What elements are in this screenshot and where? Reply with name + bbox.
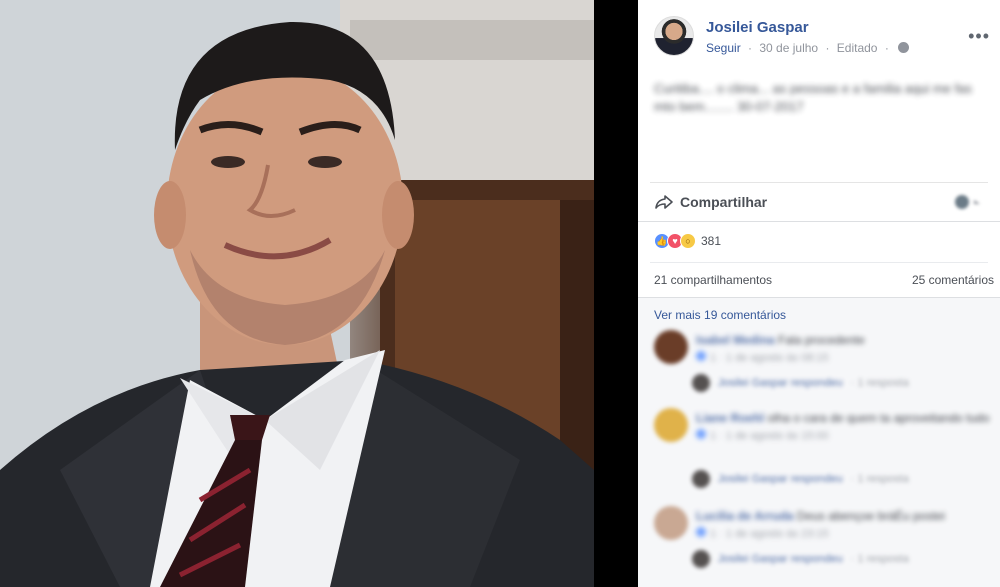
- reply-text: Josilei Gaspar respondeu: [718, 376, 843, 389]
- globe-icon: [898, 42, 910, 53]
- share-button[interactable]: Compartilhar: [680, 194, 767, 210]
- comment-text: Fala procedente: [778, 333, 865, 347]
- post-header: Josilei Gaspar Seguir · 30 de julho · Ed…: [638, 0, 1000, 70]
- comment-meta: 1 · 1 de agosto às 23:15: [710, 528, 829, 540]
- comment-body: Lucilia de Arruda Deus abençoe bráÉu pos…: [696, 508, 996, 540]
- comments-count[interactable]: 25 comentários: [912, 273, 994, 287]
- photo-gutter: [594, 0, 638, 587]
- comment-body: Liane Roehl olha o cara de quem ta aprov…: [696, 410, 996, 442]
- shares-count[interactable]: 21 compartilhamentos: [654, 273, 772, 287]
- comment-reply-link[interactable]: Josilei Gaspar respondeu · 1 resposta: [692, 470, 962, 492]
- comment-body: Isabel Medina Fala procedente 1 · 1 de a…: [696, 332, 996, 364]
- commenter-name[interactable]: Isabel Medina: [696, 333, 775, 347]
- follow-link[interactable]: Seguir: [706, 41, 741, 55]
- separator-dot: ·: [825, 41, 830, 55]
- comment-meta: 1 · 1 de agosto às 08:15: [710, 352, 829, 364]
- reply-avatar: [692, 470, 710, 488]
- post-date[interactable]: 30 de julho: [759, 41, 818, 55]
- divider: [650, 262, 988, 263]
- share-icon[interactable]: [654, 194, 674, 210]
- edited-label[interactable]: Editado: [837, 41, 878, 55]
- like-icon: [696, 527, 706, 537]
- reply-text: Josilei Gaspar respondeu: [718, 552, 843, 565]
- photo-illustration: [0, 0, 594, 587]
- commenter-avatar[interactable]: [654, 408, 688, 442]
- wow-icon: ○: [680, 233, 696, 249]
- reply-text: Josilei Gaspar respondeu: [718, 472, 843, 485]
- comment-text: olha o cara de quem ta aproveitando tudo: [767, 411, 990, 425]
- comments-section: Ver mais 19 comentários Isabel Medina Fa…: [638, 297, 1000, 587]
- reaction-count[interactable]: 381: [701, 234, 721, 248]
- separator-dot: ·: [884, 41, 889, 55]
- comment-reply-link[interactable]: Josilei Gaspar respondeu · 1 resposta: [692, 550, 962, 572]
- reply-avatar: [692, 550, 710, 568]
- comment-reply-link[interactable]: Josilei Gaspar respondeu · 1 resposta: [692, 374, 962, 396]
- author-avatar[interactable]: [654, 16, 694, 56]
- commenter-avatar[interactable]: [654, 506, 688, 540]
- post-meta: Seguir · 30 de julho · Editado ·: [706, 41, 910, 55]
- separator-dot: ·: [748, 41, 753, 55]
- viewer-avatar-icon[interactable]: [952, 194, 986, 210]
- view-more-comments[interactable]: Ver mais 19 comentários: [654, 308, 786, 322]
- author-name[interactable]: Josilei Gaspar: [706, 19, 809, 36]
- reply-meta: · 1 resposta: [850, 376, 909, 389]
- post-panel: Josilei Gaspar Seguir · 30 de julho · Ed…: [638, 0, 1000, 587]
- reply-meta: · 1 resposta: [850, 552, 909, 565]
- comment-meta: 1 · 1 de agosto às 15:00: [710, 430, 829, 442]
- commenter-name[interactable]: Liane Roehl: [696, 411, 764, 425]
- commenter-name[interactable]: Lucilia de Arruda: [696, 509, 794, 523]
- reply-avatar: [692, 374, 710, 392]
- more-icon[interactable]: •••: [968, 26, 990, 47]
- comment-text: Deus abençoe bráÉu postei: [796, 509, 946, 523]
- reply-meta: · 1 resposta: [850, 472, 909, 485]
- commenter-avatar[interactable]: [654, 330, 688, 364]
- like-icon: [696, 429, 706, 439]
- divider: [638, 221, 1000, 222]
- reactions-row[interactable]: 👍 ♥ ○ 381: [654, 231, 721, 251]
- share-bar: Compartilhar: [650, 182, 988, 220]
- like-icon: [696, 351, 706, 361]
- post-text: Curitiba.... o clima... as pessoas e a f…: [654, 81, 972, 114]
- post-photo[interactable]: [0, 0, 594, 587]
